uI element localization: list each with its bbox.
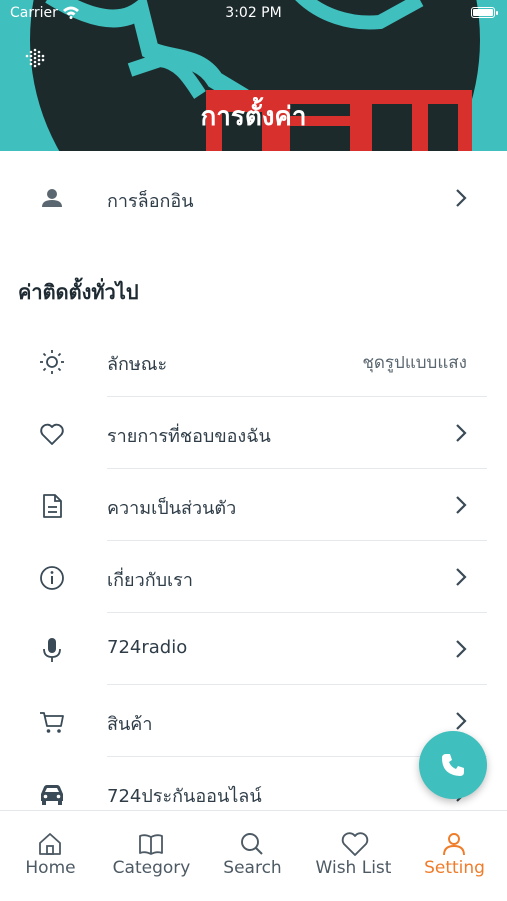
call-button[interactable] (419, 731, 487, 799)
chevron-right-icon (456, 424, 467, 442)
settings-item-label: ความเป็นส่วนตัว (107, 498, 237, 519)
home-icon (39, 833, 61, 855)
settings-item-privacy[interactable]: ความเป็นส่วนตัว (0, 469, 507, 541)
section-title-general: ค่าติดตั้งทั่วไป (18, 280, 139, 304)
tab-home[interactable]: Home (0, 811, 101, 901)
header-banner: Carrier 3:02 PM การตั้งค่า (0, 0, 507, 151)
person-icon (443, 833, 465, 856)
phone-icon (442, 754, 464, 776)
chevron-right-icon (456, 496, 467, 514)
settings-item-radio[interactable]: 724radio (0, 613, 507, 685)
settings-item-label: 724radio (107, 637, 188, 658)
settings-item-label: เกี่ยวกับเรา (107, 570, 193, 591)
login-row[interactable]: การล็อกอิน (0, 162, 507, 234)
tab-search[interactable]: Search (202, 811, 303, 901)
settings-item-appearance[interactable]: ลักษณะ ชุดรูปแบบแสง (0, 325, 507, 397)
settings-item-about[interactable]: เกี่ยวกับเรา (0, 541, 507, 613)
person-icon (42, 189, 62, 207)
battery-icon (471, 7, 498, 18)
tab-setting[interactable]: Setting (404, 811, 505, 901)
tab-label: Home (25, 858, 76, 878)
cart-icon (40, 712, 64, 733)
chevron-right-icon (456, 568, 467, 586)
chevron-right-icon (456, 712, 467, 730)
tab-category[interactable]: Category (101, 811, 202, 901)
chevron-right-icon (456, 640, 467, 658)
search-icon (241, 833, 263, 855)
tab-label: Setting (424, 858, 485, 878)
dots-grid-icon[interactable] (24, 48, 46, 70)
tab-label: Search (223, 858, 282, 878)
tab-wishlist[interactable]: Wish List (303, 811, 404, 901)
page-title: การตั้งค่า (200, 102, 307, 132)
bottom-tab-bar: Home Category Search Wish List Setting (0, 810, 507, 901)
login-label: การล็อกอิน (107, 191, 194, 212)
tab-label: Category (112, 858, 191, 878)
book-icon (139, 834, 163, 855)
car-icon (41, 785, 63, 805)
settings-item-favorites[interactable]: รายการที่ชอบของฉัน (0, 397, 507, 469)
settings-item-label: สินค้า (107, 714, 153, 735)
heart-icon (40, 423, 64, 445)
chevron-right-icon (456, 189, 467, 207)
settings-item-label: ลักษณะ (107, 354, 168, 375)
heart-icon (341, 832, 369, 856)
settings-item-label: 724ประกันออนไลน์ (107, 786, 262, 807)
info-icon (40, 566, 64, 590)
status-time: 3:02 PM (225, 5, 282, 21)
status-bar: Carrier 3:02 PM (0, 5, 507, 25)
settings-item-label: รายการที่ชอบของฉัน (107, 426, 271, 447)
document-icon (43, 494, 62, 518)
appearance-value: ชุดรูปแบบแสง (362, 353, 467, 373)
sun-icon (40, 350, 64, 374)
tab-label: Wish List (315, 858, 392, 878)
microphone-icon (43, 638, 61, 662)
